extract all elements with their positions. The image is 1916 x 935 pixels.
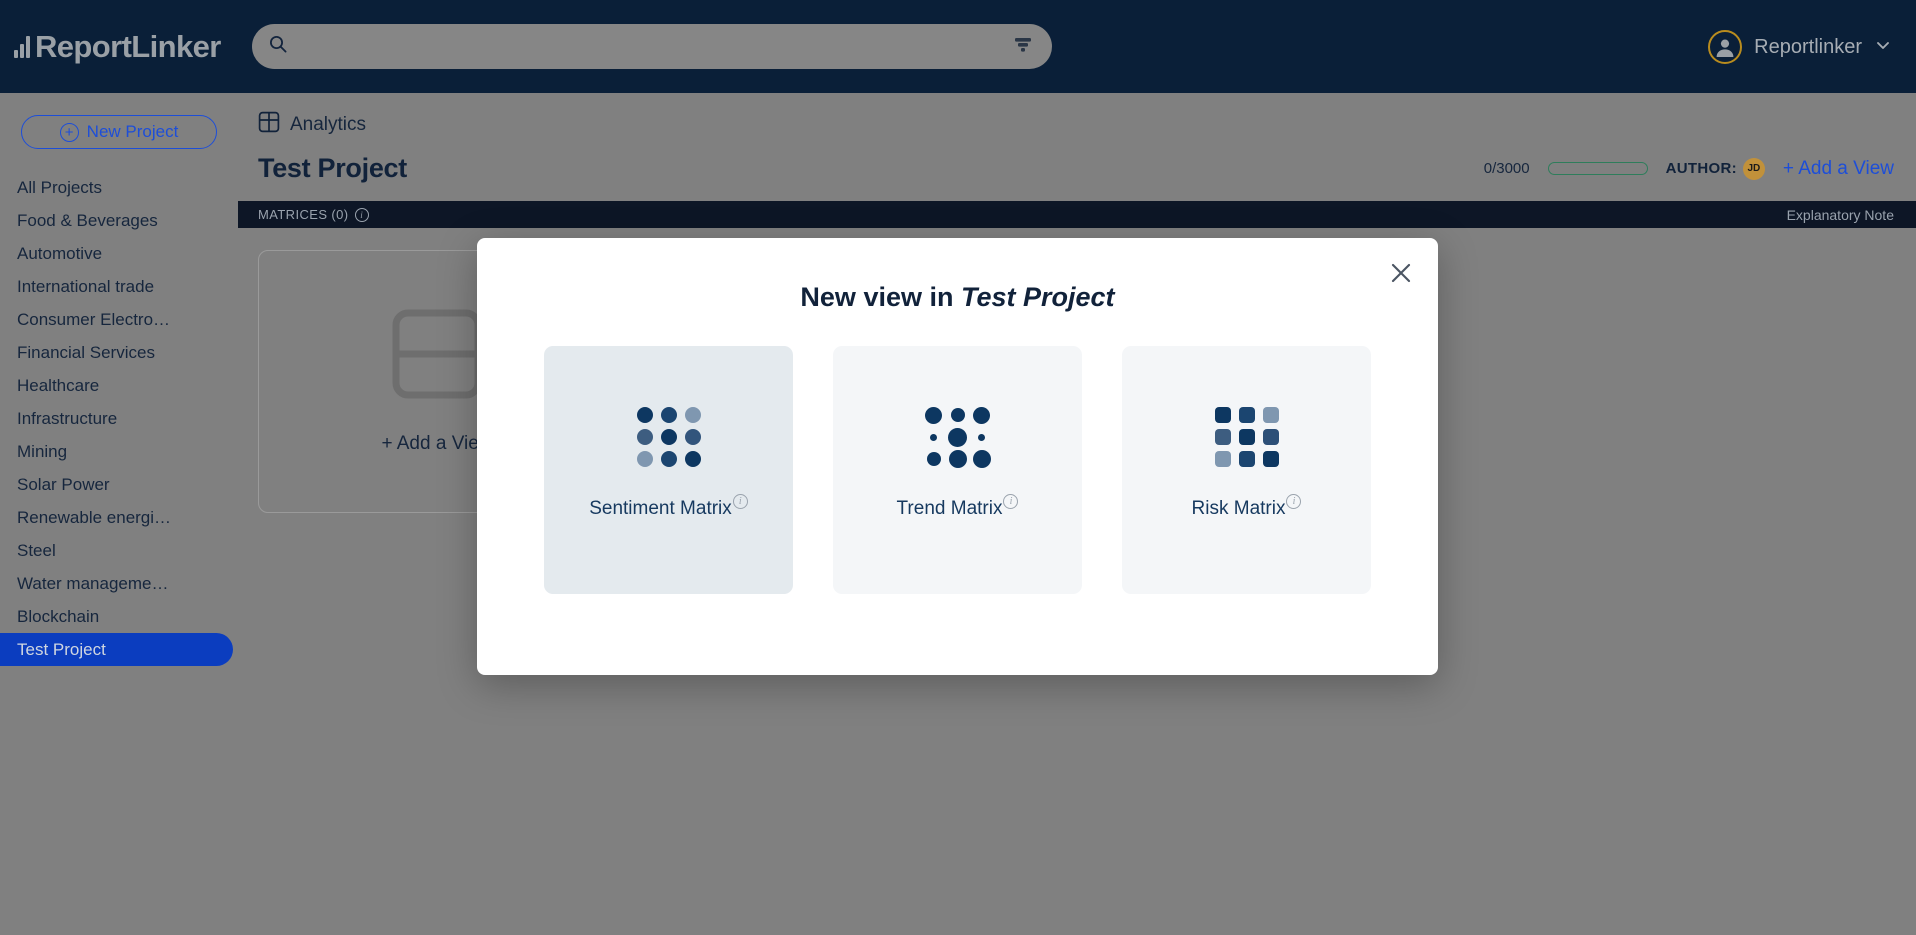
matrix-cell — [948, 450, 967, 468]
matrix-cell — [1238, 429, 1255, 445]
matrix-cell — [926, 452, 941, 466]
view-card-sentiment-matrix[interactable]: Sentiment Matrix i — [544, 346, 793, 594]
matrix-cell — [684, 429, 701, 445]
matrix-cell — [1238, 407, 1255, 423]
view-type-cards: Sentiment Matrix i Trend Matrix i Risk Matri… — [477, 346, 1438, 594]
matrix-cell — [684, 407, 701, 423]
close-icon[interactable] — [1384, 256, 1418, 290]
matrix-cell — [972, 450, 991, 468]
matrix-cell — [1214, 407, 1231, 423]
matrix-cell — [925, 406, 942, 424]
squares-shaded-grid-icon — [1211, 406, 1283, 468]
matrix-cell — [1238, 451, 1255, 467]
matrix-cell — [636, 429, 653, 445]
matrix-cell — [930, 433, 937, 441]
circles-shaded-grid-icon — [633, 406, 705, 468]
modal-title-prefix: New view in — [800, 282, 954, 312]
matrix-cell — [1262, 429, 1279, 445]
matrix-cell — [660, 429, 677, 445]
modal-title: New view in Test Project — [477, 238, 1438, 313]
view-card-label: Risk Matrix i — [1191, 494, 1302, 520]
matrix-cell — [684, 451, 701, 467]
matrix-cell — [660, 451, 677, 467]
view-card-label-text: Sentiment Matrix — [589, 498, 732, 519]
matrix-cell — [973, 406, 990, 424]
view-card-label: Trend Matrix i — [896, 494, 1019, 520]
info-icon[interactable]: i — [1003, 494, 1019, 509]
circles-sized-grid-icon — [922, 406, 994, 468]
view-card-trend-matrix[interactable]: Trend Matrix i — [833, 346, 1082, 594]
matrix-cell — [1262, 451, 1279, 467]
matrix-cell — [1262, 407, 1279, 423]
info-icon[interactable]: i — [732, 494, 748, 509]
matrix-cell — [1214, 451, 1231, 467]
matrix-cell — [636, 407, 653, 423]
view-card-label-text: Trend Matrix — [896, 498, 1003, 519]
new-view-modal: New view in Test Project Sentiment Matri… — [477, 238, 1438, 675]
view-card-label-text: Risk Matrix — [1191, 498, 1286, 519]
view-card-risk-matrix[interactable]: Risk Matrix i — [1122, 346, 1371, 594]
matrix-cell — [950, 408, 965, 422]
matrix-cell — [948, 427, 967, 447]
info-icon[interactable]: i — [1286, 494, 1302, 509]
modal-overlay: New view in Test Project Sentiment Matri… — [0, 0, 1916, 935]
matrix-cell — [978, 433, 985, 441]
matrix-cell — [660, 407, 677, 423]
matrix-cell — [1214, 429, 1231, 445]
modal-title-project: Test Project — [961, 282, 1115, 312]
view-card-label: Sentiment Matrix i — [589, 494, 748, 520]
matrix-cell — [636, 451, 653, 467]
